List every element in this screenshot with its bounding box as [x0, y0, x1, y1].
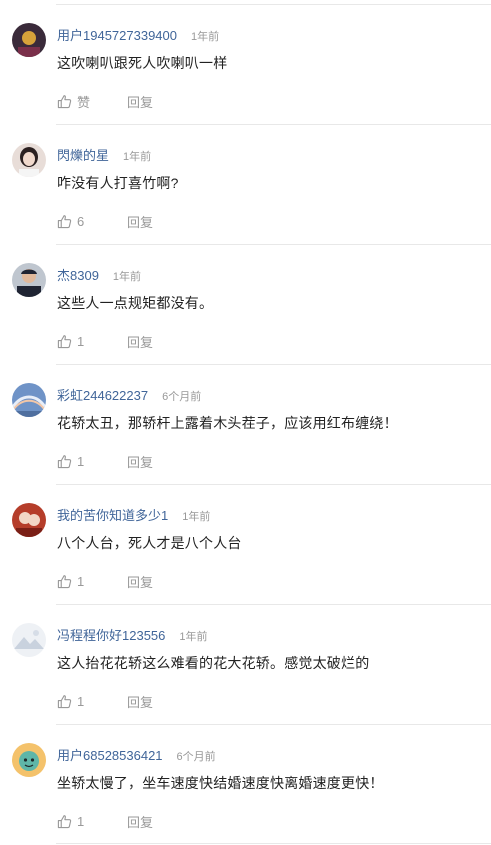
- comment-item: 用户1945727339400 1年前 这吹喇叭跟死人吹喇叭一样 赞 回复: [0, 5, 491, 125]
- reply-button[interactable]: 回复: [127, 812, 153, 831]
- comment-item: 用户68528536421 6个月前 坐轿太慢了，坐车速度快结婚速度快离婚速度更快…: [0, 725, 491, 845]
- like-button[interactable]: 1: [57, 454, 127, 469]
- thumbs-up-icon: [57, 814, 72, 828]
- like-button[interactable]: 赞: [57, 92, 127, 111]
- thumbs-up-icon: [57, 94, 72, 108]
- comment-text: 坐轿太慢了，坐车速度快结婚速度快离婚速度更快！: [57, 775, 384, 791]
- timestamp: 1年前: [123, 151, 152, 163]
- like-count: 赞: [77, 94, 91, 110]
- comment-text: 这吹喇叭跟死人吹喇叭一样: [57, 55, 228, 71]
- comment-actions: 1 回复: [57, 452, 153, 471]
- reply-button[interactable]: 回复: [127, 572, 153, 591]
- username[interactable]: 用户1945727339400 1年前: [57, 25, 219, 44]
- comment-item: 杰8309 1年前 这些人一点规矩都没有。 1 回复: [0, 245, 491, 365]
- like-count: 6: [77, 213, 85, 229]
- comment-item: 彩虹244622237 6个月前 花轿太丑，那轿杆上露着木头茬子，应该用红布缠绕！…: [0, 365, 491, 485]
- username[interactable]: 用户68528536421 6个月前: [57, 745, 216, 764]
- comment-actions: 1 回复: [57, 572, 153, 591]
- like-count: 1: [77, 333, 85, 349]
- thumbs-up-icon: [57, 454, 72, 468]
- like-count: 1: [77, 573, 85, 589]
- comment-actions: 6 回复: [57, 212, 153, 231]
- comment-item: 我的苦你知道多少1 1年前 八个人台，死人才是八个人台 1 回复: [0, 485, 491, 605]
- like-button[interactable]: 1: [57, 814, 127, 829]
- comment-actions: 1 回复: [57, 332, 153, 351]
- comment-text: 这人抬花花轿这么难看的花大花轿。感觉太破烂的: [57, 655, 370, 671]
- reply-button[interactable]: 回复: [127, 332, 153, 351]
- comment-list: 用户1945727339400 1年前 这吹喇叭跟死人吹喇叭一样 赞 回复 閃爍的…: [0, 0, 491, 845]
- comment-actions: 1 回复: [57, 692, 153, 711]
- timestamp: 6个月前: [162, 391, 202, 403]
- avatar[interactable]: [12, 383, 46, 417]
- avatar[interactable]: [12, 143, 46, 177]
- thumbs-up-icon: [57, 694, 72, 708]
- thumbs-up-icon: [57, 214, 72, 228]
- like-count: 1: [77, 813, 85, 829]
- comment-text: 咋没有人打喜竹啊?: [57, 175, 179, 191]
- divider: [56, 843, 491, 844]
- comment-item: 冯程程你好123556 1年前 这人抬花花轿这么难看的花大花轿。感觉太破烂的 1 …: [0, 605, 491, 725]
- comment-text: 花轿太丑，那轿杆上露着木头茬子，应该用红布缠绕！: [57, 415, 398, 431]
- timestamp: 1年前: [182, 511, 211, 523]
- comment-actions: 赞 回复: [57, 92, 153, 111]
- like-count: 1: [77, 693, 85, 709]
- like-button[interactable]: 1: [57, 334, 127, 349]
- comment-text: 八个人台，死人才是八个人台: [57, 535, 242, 551]
- like-button[interactable]: 1: [57, 574, 127, 589]
- username[interactable]: 冯程程你好123556 1年前: [57, 625, 208, 644]
- timestamp: 1年前: [191, 31, 220, 43]
- comment-item: 閃爍的星 1年前 咋没有人打喜竹啊? 6 回复: [0, 125, 491, 245]
- thumbs-up-icon: [57, 334, 72, 348]
- avatar[interactable]: [12, 743, 46, 777]
- timestamp: 1年前: [112, 271, 142, 283]
- avatar[interactable]: [12, 263, 46, 297]
- reply-button[interactable]: 回复: [127, 92, 153, 111]
- username[interactable]: 我的苦你知道多少1 1年前: [57, 505, 210, 524]
- reply-button[interactable]: 回复: [127, 452, 153, 471]
- timestamp: 1年前: [179, 631, 208, 643]
- like-button[interactable]: 1: [57, 694, 127, 709]
- timestamp: 6个月前: [176, 751, 216, 763]
- username[interactable]: 彩虹244622237 6个月前: [57, 385, 201, 404]
- comment-actions: 1 回复: [57, 812, 153, 831]
- avatar[interactable]: [12, 23, 46, 57]
- username[interactable]: 閃爍的星 1年前: [57, 145, 151, 164]
- thumbs-up-icon: [57, 574, 72, 588]
- username[interactable]: 杰8309 1年前: [57, 265, 141, 284]
- like-count: 1: [77, 453, 85, 469]
- reply-button[interactable]: 回复: [127, 692, 153, 711]
- like-button[interactable]: 6: [57, 214, 127, 229]
- avatar[interactable]: [12, 503, 46, 537]
- comment-text: 这些人一点规矩都没有。: [57, 295, 214, 311]
- avatar[interactable]: [12, 623, 46, 657]
- reply-button[interactable]: 回复: [127, 212, 153, 231]
